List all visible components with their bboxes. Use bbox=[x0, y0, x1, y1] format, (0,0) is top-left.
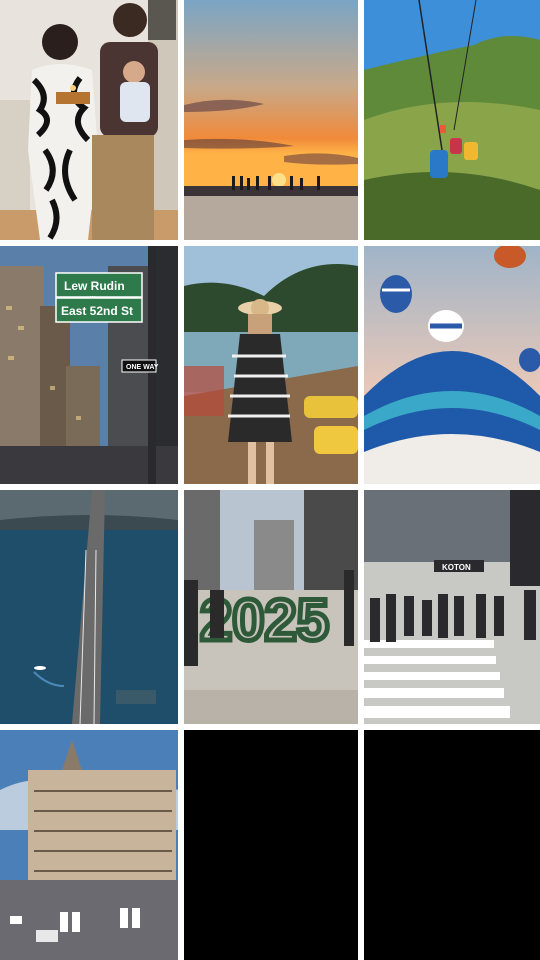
photo-family-birthday[interactable] bbox=[0, 0, 178, 240]
sign-east-52nd: East 52nd St bbox=[61, 304, 133, 318]
store-sign-koton: KOTON bbox=[442, 563, 471, 572]
photo-city-2025-sign[interactable]: 2025 bbox=[184, 490, 358, 724]
photo-cable-car-hill[interactable] bbox=[364, 0, 540, 240]
sign-one-way: ONE WAY bbox=[126, 364, 159, 371]
photo-lake-dock-woman[interactable] bbox=[184, 246, 358, 484]
sign-lew-rudin: Lew Rudin bbox=[64, 279, 125, 293]
photo-nyc-street-signs[interactable]: Lew Rudin Way East 52nd St ONE WAY bbox=[0, 246, 178, 484]
photo-hot-air-balloons[interactable] bbox=[364, 246, 540, 484]
empty-slot-2 bbox=[364, 730, 540, 960]
photo-grid: Lew Rudin Way East 52nd St ONE WAY bbox=[0, 0, 540, 960]
photo-beach-sunset[interactable] bbox=[184, 0, 358, 240]
photo-grand-hotel[interactable] bbox=[0, 730, 178, 960]
photo-crosswalk-crowd[interactable]: KOTON bbox=[364, 490, 540, 724]
empty-slot-1 bbox=[184, 730, 358, 960]
photo-bridge-aerial[interactable] bbox=[0, 490, 178, 724]
